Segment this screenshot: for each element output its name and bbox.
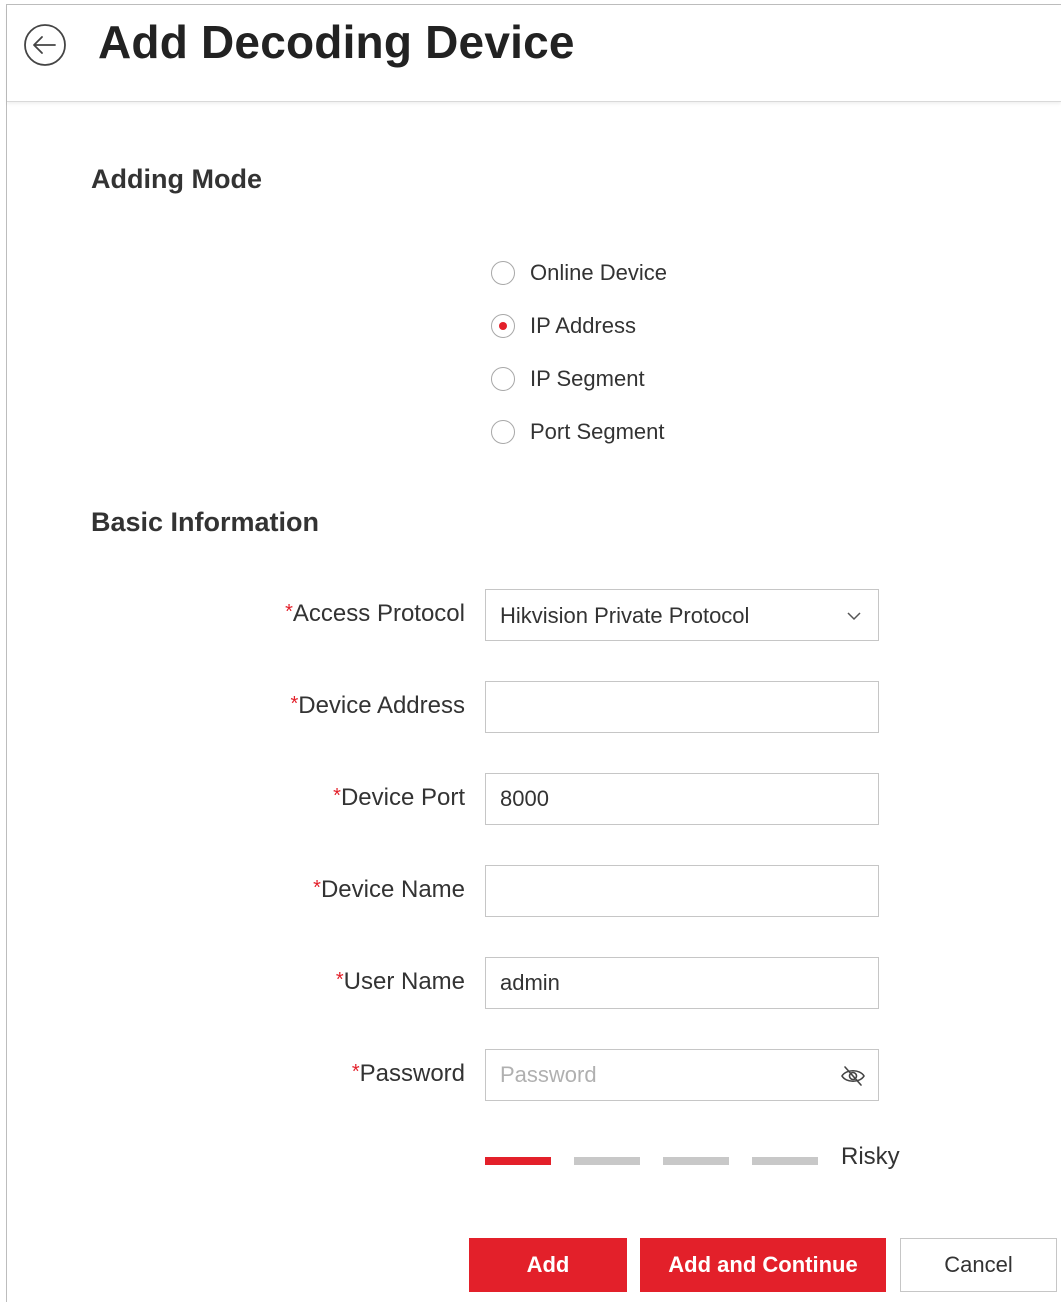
user-name-label-text: User Name (343, 968, 465, 995)
device-address-input[interactable] (486, 682, 878, 732)
cancel-button[interactable]: Cancel (900, 1238, 1057, 1292)
password-strength-segment-4 (752, 1157, 818, 1165)
password-strength-label: Risky (841, 1143, 900, 1170)
access-protocol-label: *Access Protocol (285, 600, 465, 628)
radio-button-selected[interactable] (491, 314, 515, 338)
radio-label: IP Segment (530, 366, 645, 391)
page-header: Add Decoding Device (7, 5, 1061, 102)
required-mark: * (313, 877, 321, 899)
access-protocol-select[interactable]: Hikvision Private Protocol (485, 589, 879, 641)
password-input[interactable] (486, 1050, 878, 1100)
password-strength-segment-2 (574, 1157, 640, 1165)
device-address-field[interactable] (485, 681, 879, 733)
password-strength-segment-3 (663, 1157, 729, 1165)
add-and-continue-button[interactable]: Add and Continue (640, 1238, 886, 1292)
chevron-down-icon (847, 612, 861, 621)
basic-information-heading: Basic Information (91, 507, 320, 537)
device-port-label-text: Device Port (340, 784, 465, 811)
device-address-label: *Device Address (290, 692, 465, 720)
device-port-label: *Device Port (333, 784, 465, 812)
radio-online-device[interactable]: Online Device (491, 258, 667, 288)
radio-button[interactable] (491, 420, 515, 444)
device-name-input[interactable] (486, 866, 878, 916)
radio-label: Port Segment (530, 419, 665, 444)
required-mark: * (335, 969, 344, 991)
required-mark: * (333, 785, 341, 807)
required-mark: * (285, 601, 293, 623)
device-address-label-text: Device Address (298, 692, 465, 719)
password-strength-segment-1 (485, 1157, 551, 1165)
radio-label: Online Device (530, 260, 667, 285)
radio-port-segment[interactable]: Port Segment (491, 417, 665, 447)
device-name-label-text: Device Name (320, 876, 465, 903)
radio-button[interactable] (491, 261, 515, 285)
access-protocol-value: Hikvision Private Protocol (500, 603, 750, 628)
radio-ip-address[interactable]: IP Address (491, 311, 636, 341)
access-protocol-label-text: Access Protocol (292, 600, 465, 627)
device-name-label: *Device Name (313, 876, 465, 904)
window-frame (6, 4, 1061, 1302)
eye-hidden-icon[interactable] (840, 1064, 866, 1088)
device-port-field[interactable] (485, 773, 879, 825)
radio-label: IP Address (530, 313, 636, 338)
user-name-input[interactable] (486, 958, 878, 1008)
radio-button[interactable] (491, 367, 515, 391)
device-name-field[interactable] (485, 865, 879, 917)
page-title: Add Decoding Device (98, 16, 575, 68)
radio-ip-segment[interactable]: IP Segment (491, 364, 645, 394)
required-mark: * (290, 693, 299, 715)
user-name-field[interactable] (485, 957, 879, 1009)
adding-mode-heading: Adding Mode (91, 164, 262, 194)
required-mark: * (351, 1061, 360, 1083)
add-button[interactable]: Add (469, 1238, 627, 1292)
back-arrow-icon[interactable] (23, 23, 67, 67)
password-label-text: Password (359, 1060, 465, 1087)
password-field[interactable] (485, 1049, 879, 1101)
device-port-input[interactable] (486, 774, 878, 824)
password-label: *Password (352, 1060, 465, 1088)
user-name-label: *User Name (336, 968, 465, 996)
